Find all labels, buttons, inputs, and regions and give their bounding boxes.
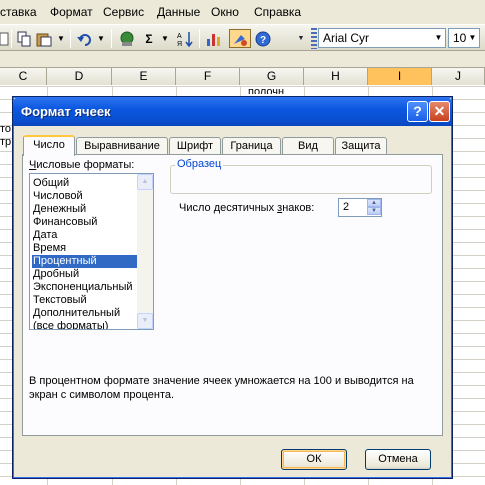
column-header-f[interactable]: F [176, 68, 240, 85]
svg-text:Я: Я [177, 41, 182, 48]
toolbar-options-icon[interactable]: ▼ [296, 29, 306, 48]
drawing-icon[interactable] [229, 29, 251, 48]
tab-view[interactable]: Вид [282, 137, 334, 155]
font-size-select[interactable]: 10 ▼ [448, 28, 480, 48]
format-description: В процентном формате значение ячеек умно… [29, 375, 414, 401]
tab-number[interactable]: Число [23, 135, 75, 156]
list-item[interactable]: Денежный [32, 203, 137, 216]
tab-alignment[interactable]: Выравнивание [76, 137, 168, 155]
spin-up-icon[interactable]: ▲ [367, 199, 381, 207]
menu-data[interactable]: Данные [157, 5, 200, 19]
cancel-button[interactable]: Отмена [365, 449, 431, 470]
svg-text:A: A [177, 33, 182, 40]
list-item[interactable]: Финансовый [32, 216, 137, 229]
font-size-chevron-down-icon[interactable]: ▼ [466, 29, 479, 47]
menu-tools[interactable]: Сервис [103, 5, 144, 19]
menu-bar: ставка Формат Сервис Данные Окно Справка [0, 0, 485, 24]
number-tab-panel: Числовые форматы: Общий Числовой Денежны… [22, 154, 443, 436]
hyperlink-icon[interactable] [118, 29, 136, 48]
list-item[interactable]: Числовой [32, 190, 137, 203]
help-icon[interactable]: ? [254, 29, 272, 48]
toolbar-grip-icon[interactable] [311, 28, 317, 49]
sort-icon[interactable]: AЯ [176, 29, 194, 48]
list-item[interactable]: Дополнительный [32, 307, 137, 320]
column-header-c[interactable]: C [0, 68, 47, 85]
column-header-i[interactable]: I [368, 68, 432, 85]
close-button[interactable]: ✕ [429, 101, 450, 122]
cell-fragment-c2: тр [0, 136, 12, 148]
decimal-places-value[interactable]: 2 [343, 201, 349, 213]
list-item[interactable]: Время [32, 242, 137, 255]
paste-options-chevron-icon[interactable]: ▼ [56, 29, 66, 48]
column-header-j[interactable]: J [432, 68, 485, 85]
new-icon[interactable] [0, 29, 10, 48]
list-item-selected[interactable]: Процентный [32, 255, 137, 268]
sample-label: Образец [175, 158, 224, 170]
tab-protection[interactable]: Защита [335, 137, 387, 155]
list-item[interactable]: Дробный [32, 268, 137, 281]
sample-groupbox: Образец [170, 158, 432, 194]
list-item[interactable]: Дата [32, 229, 137, 242]
dialog-title: Формат ячеек [21, 104, 111, 119]
font-name-select[interactable]: Arial Cyr ▼ [318, 28, 446, 48]
decimal-places-stepper[interactable]: 2 ▲ ▼ [338, 198, 382, 217]
number-formats-list[interactable]: Общий Числовой Денежный Финансовый Дата … [29, 173, 154, 330]
cell-fragment-c1: то [0, 123, 12, 135]
decimal-places-label: Число десятичных знаков: [179, 202, 315, 214]
tab-border[interactable]: Граница [222, 137, 281, 155]
spin-down-icon[interactable]: ▼ [367, 207, 381, 215]
autosum-icon[interactable]: Σ [142, 29, 156, 48]
menu-window[interactable]: Окно [211, 5, 239, 19]
column-header-h[interactable]: H [304, 68, 368, 85]
cell-fragment-g: полочн [248, 86, 285, 94]
chart-wizard-icon[interactable] [205, 29, 225, 48]
undo-icon[interactable] [76, 29, 94, 48]
menu-format[interactable]: Формат [50, 5, 93, 19]
menu-insert[interactable]: ставка [0, 5, 37, 19]
dialog-titlebar[interactable]: Формат ячеек ? ✕ [13, 97, 452, 126]
column-headers: C D E F G H I J [0, 68, 485, 85]
font-name-value: Arial Cyr [323, 31, 370, 45]
column-header-d[interactable]: D [47, 68, 112, 85]
font-name-chevron-down-icon[interactable]: ▼ [432, 29, 445, 47]
formula-bar [0, 51, 485, 68]
column-header-e[interactable]: E [112, 68, 176, 85]
ok-button[interactable]: ОК [281, 449, 347, 470]
list-item[interactable]: Общий [32, 177, 137, 190]
menu-help[interactable]: Справка [254, 5, 301, 19]
number-formats-label: Числовые форматы: [29, 159, 135, 171]
scroll-down-icon[interactable]: ▼ [137, 313, 153, 329]
list-item[interactable]: (все форматы) [32, 320, 137, 329]
list-item[interactable]: Экспоненциальный [32, 281, 137, 294]
scroll-up-icon[interactable]: ▲ [137, 174, 153, 190]
svg-text:?: ? [260, 35, 266, 46]
font-size-value: 10 [453, 31, 467, 45]
formats-scrollbar[interactable]: ▲ ▼ [137, 174, 153, 329]
list-item[interactable]: Текстовый [32, 294, 137, 307]
undo-chevron-icon[interactable]: ▼ [96, 29, 106, 48]
paste-icon[interactable] [36, 29, 54, 48]
tab-font[interactable]: Шрифт [169, 137, 221, 155]
column-header-g[interactable]: G [240, 68, 304, 85]
autosum-chevron-icon[interactable]: ▼ [160, 29, 170, 48]
standard-toolbar: ▼ ▼ Σ ▼ AЯ ? ▼ Arial Cyr ▼ 10 ▼ [0, 24, 485, 51]
copy-icon[interactable] [17, 29, 33, 48]
format-cells-dialog: Формат ячеек ? ✕ Число Выравнивание Шриф… [12, 96, 453, 479]
help-button[interactable]: ? [407, 101, 428, 122]
